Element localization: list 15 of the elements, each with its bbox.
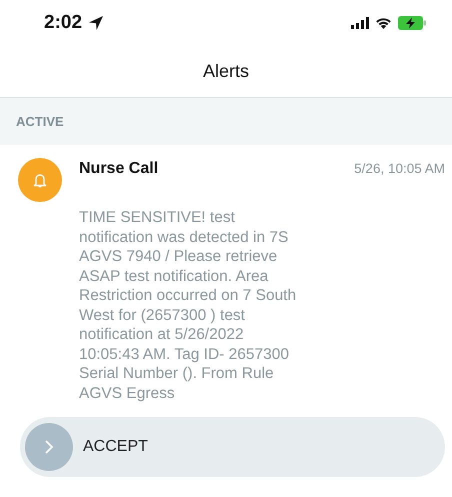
slider-handle[interactable] — [25, 423, 73, 471]
battery-charging-icon — [398, 16, 426, 30]
location-arrow-icon — [88, 15, 104, 31]
chevron-right-icon — [44, 439, 54, 455]
alert-message: TIME SENSITIVE! test notification was detected in 7S AGVS 7940 / Please retrieve ASAP test notification. Area Restriction occurred on 7 South West for (2657300 ) test notification at 5/26/2022 10:05:43 AM. Tag ID- 2657300 Serial Number (). From Rule AGVS Egress — [79, 208, 298, 403]
accept-slider[interactable]: ACCEPT — [20, 417, 445, 477]
signal-icon — [351, 17, 369, 29]
section-header: ACTIVE — [16, 114, 64, 129]
status-time: 2:02 — [44, 12, 82, 34]
alert-time: 5/26, 10:05 AM — [354, 161, 445, 176]
wifi-icon — [375, 17, 392, 29]
alert-title: Nurse Call — [79, 160, 158, 178]
accept-label: ACCEPT — [83, 438, 148, 456]
bell-icon — [32, 172, 48, 188]
page-title: Alerts — [202, 61, 249, 82]
